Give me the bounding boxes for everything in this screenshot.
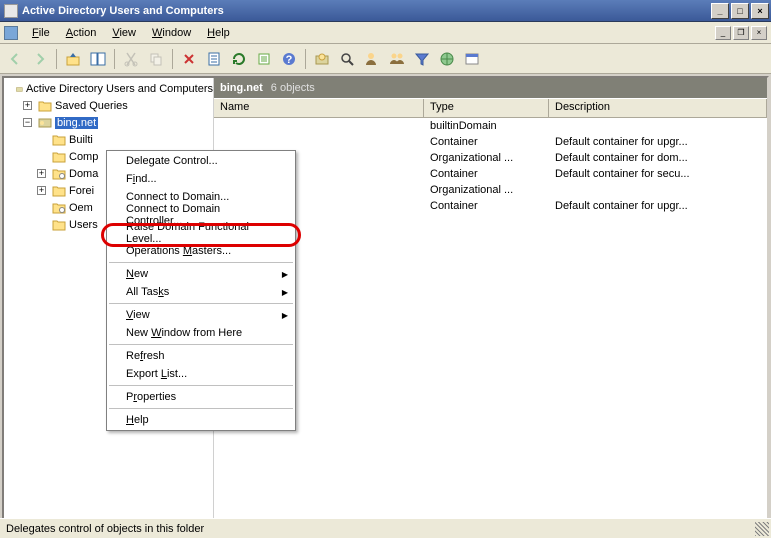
- list-pane: bing.net 6 objects Name Type Description…: [214, 78, 767, 519]
- ou-icon: [52, 202, 66, 214]
- titlebar: Active Directory Users and Computers _ □…: [0, 0, 771, 22]
- search-net-button[interactable]: [436, 48, 458, 70]
- ctx-new-window[interactable]: New Window from Here: [108, 324, 294, 342]
- ctx-view[interactable]: View▶: [108, 306, 294, 324]
- folder-icon: [52, 151, 66, 163]
- help-button[interactable]: ?: [278, 48, 300, 70]
- mmc-icon: [4, 26, 18, 40]
- ctx-operations-masters[interactable]: Operations Masters...: [108, 242, 294, 260]
- add-group-button[interactable]: [386, 48, 408, 70]
- ctx-refresh[interactable]: Refresh: [108, 347, 294, 365]
- menu-file[interactable]: File: [24, 24, 58, 42]
- tree-root[interactable]: Active Directory Users and Computers: [4, 80, 213, 97]
- svg-text:?: ?: [286, 54, 293, 66]
- statusbar: Delegates control of objects in this fol…: [0, 518, 771, 538]
- context-menu: Delegate Control... Find... Connect to D…: [106, 150, 296, 431]
- refresh-button[interactable]: [228, 48, 250, 70]
- object-count: 6 objects: [271, 82, 315, 94]
- aduc-icon-button[interactable]: [311, 48, 333, 70]
- show-hide-tree-button[interactable]: [87, 48, 109, 70]
- list-row[interactable]: trollersOrganizational ...Default contai…: [214, 150, 767, 166]
- menu-window[interactable]: Window: [144, 24, 199, 42]
- folder-icon: [38, 100, 52, 112]
- add-user-button[interactable]: [361, 48, 383, 70]
- col-type[interactable]: Type: [424, 99, 549, 117]
- separator: [109, 385, 293, 386]
- menu-help[interactable]: Help: [199, 24, 238, 42]
- folder-icon: [52, 219, 66, 231]
- folder-icon: [52, 185, 66, 197]
- separator: [109, 344, 293, 345]
- status-text: Delegates control of objects in this fol…: [6, 523, 204, 535]
- ctx-raise-domain-level[interactable]: Raise Domain Functional Level...: [108, 224, 294, 242]
- ctx-export-list[interactable]: Export List...: [108, 365, 294, 383]
- ctx-all-tasks[interactable]: All Tasks▶: [108, 283, 294, 301]
- list-row[interactable]: builtinDomain: [214, 118, 767, 134]
- tree-builtin[interactable]: Builti: [4, 131, 213, 148]
- toolbar: ?: [0, 44, 771, 74]
- domain-icon: [38, 117, 52, 129]
- folder-icon: [52, 134, 66, 146]
- col-name[interactable]: Name: [214, 99, 424, 117]
- list-row[interactable]: urityPrincipalsContainerDefault containe…: [214, 166, 767, 182]
- col-description[interactable]: Description: [549, 99, 767, 117]
- mdi-minimize-button[interactable]: _: [715, 26, 731, 40]
- properties-button[interactable]: [203, 48, 225, 70]
- view-button[interactable]: [461, 48, 483, 70]
- menubar: File Action View Window Help _ ❐ ×: [0, 22, 771, 44]
- separator: [109, 262, 293, 263]
- collapse-icon[interactable]: −: [23, 118, 32, 127]
- delete-button[interactable]: [178, 48, 200, 70]
- menu-view[interactable]: View: [104, 24, 144, 42]
- list-row[interactable]: ContainerDefault container for upgr...: [214, 198, 767, 214]
- ctx-help[interactable]: Help: [108, 411, 294, 429]
- path-name: bing.net: [220, 82, 263, 94]
- list-header: Name Type Description: [214, 98, 767, 118]
- back-button[interactable]: [4, 48, 26, 70]
- expand-icon[interactable]: +: [37, 169, 46, 178]
- mdi-restore-button[interactable]: ❐: [733, 26, 749, 40]
- ctx-properties[interactable]: Properties: [108, 388, 294, 406]
- ou-icon: [52, 168, 66, 180]
- copy-button[interactable]: [145, 48, 167, 70]
- list-row[interactable]: ContainerDefault container for upgr...: [214, 134, 767, 150]
- cut-button[interactable]: [120, 48, 142, 70]
- resize-grip-icon[interactable]: [755, 522, 769, 536]
- export-button[interactable]: [253, 48, 275, 70]
- separator: [109, 408, 293, 409]
- path-bar: bing.net 6 objects: [214, 78, 767, 98]
- ctx-delegate-control[interactable]: Delegate Control...: [108, 152, 294, 170]
- mdi-close-button[interactable]: ×: [751, 26, 767, 40]
- find-button[interactable]: [336, 48, 358, 70]
- ctx-find[interactable]: Find...: [108, 170, 294, 188]
- minimize-button[interactable]: _: [711, 3, 729, 19]
- close-button[interactable]: ×: [751, 3, 769, 19]
- expand-icon[interactable]: +: [37, 186, 46, 195]
- list-row[interactable]: Organizational ...: [214, 182, 767, 198]
- filter-button[interactable]: [411, 48, 433, 70]
- list-body[interactable]: builtinDomain ContainerDefault container…: [214, 118, 767, 519]
- app-icon: [4, 4, 18, 18]
- ctx-new[interactable]: New▶: [108, 265, 294, 283]
- submenu-arrow-icon: ▶: [282, 288, 288, 297]
- aduc-icon: [16, 83, 23, 95]
- tree-saved-queries[interactable]: + Saved Queries: [4, 97, 213, 114]
- menu-action[interactable]: Action: [58, 24, 105, 42]
- tree-domain[interactable]: − bing.net: [4, 114, 213, 131]
- separator: [109, 303, 293, 304]
- forward-button[interactable]: [29, 48, 51, 70]
- submenu-arrow-icon: ▶: [282, 311, 288, 320]
- submenu-arrow-icon: ▶: [282, 270, 288, 279]
- up-button[interactable]: [62, 48, 84, 70]
- maximize-button[interactable]: □: [731, 3, 749, 19]
- expand-icon[interactable]: +: [23, 101, 32, 110]
- window-title: Active Directory Users and Computers: [22, 5, 709, 17]
